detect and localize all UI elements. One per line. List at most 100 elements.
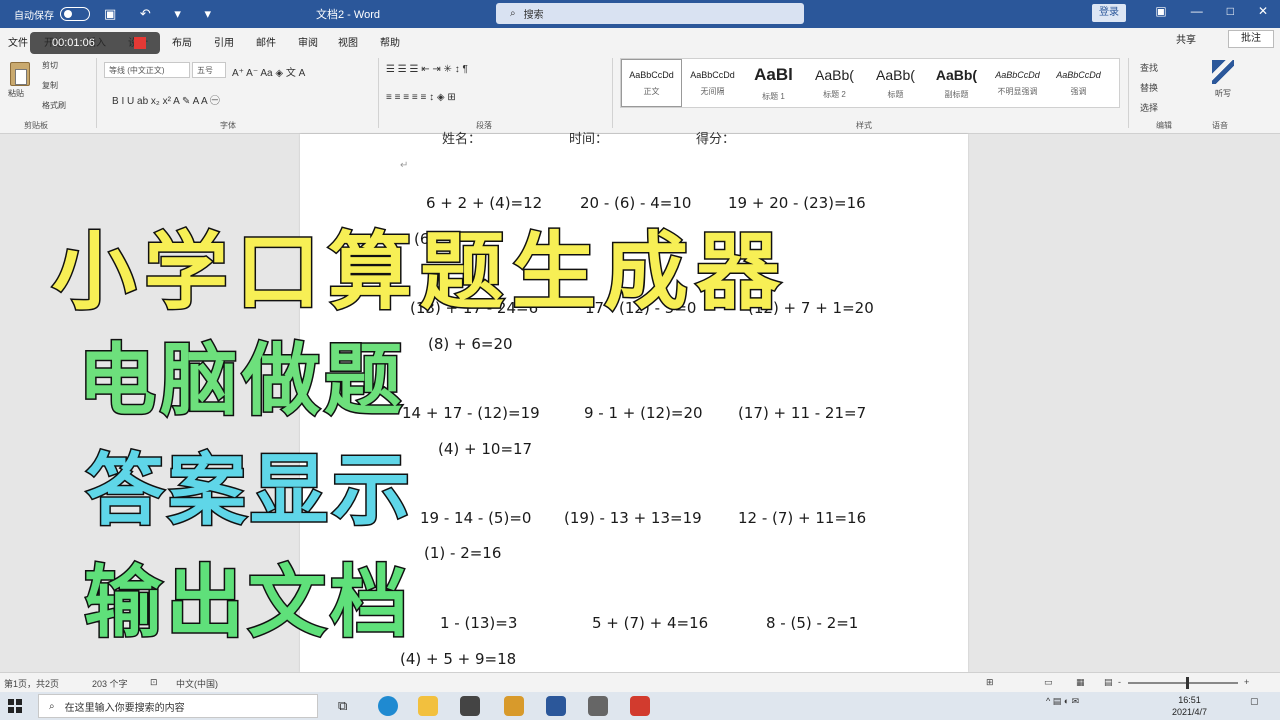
- notification-icon[interactable]: ▢: [1250, 696, 1259, 707]
- stop-recording-icon[interactable]: [134, 37, 146, 49]
- group-label-editing: 编辑: [1156, 121, 1172, 130]
- tab-file[interactable]: 文件: [8, 34, 28, 49]
- document-title: 文档2 - Word: [316, 9, 380, 21]
- read-mode-icon[interactable]: ▭: [1044, 677, 1053, 688]
- style-heading-2[interactable]: AaBb( 标题 2: [804, 59, 865, 107]
- style-sample: AaBbCcDd: [690, 69, 735, 80]
- autosave-label: 自动保存: [14, 10, 54, 22]
- math-problem: (4) + 10=17: [438, 440, 533, 458]
- math-problem: 14 + 17 - (12)=19: [402, 404, 540, 422]
- overlay-feature-3: 输出文档: [82, 557, 413, 650]
- style-emphasis[interactable]: AaBbCcDd 强调: [1048, 59, 1109, 107]
- style-sample: AaBbCcDd: [629, 69, 674, 80]
- paste-label[interactable]: 粘贴: [8, 88, 24, 99]
- select-button[interactable]: 选择: [1140, 98, 1158, 118]
- style-subtitle[interactable]: AaBb( 副标题: [926, 59, 987, 107]
- copy-button[interactable]: 复制: [42, 80, 58, 91]
- cut-button[interactable]: 剪切: [42, 60, 58, 71]
- search-box[interactable]: ⌕ 搜索: [496, 3, 804, 24]
- system-clock[interactable]: 16:51 2021/4/7: [1172, 694, 1207, 718]
- ribbon: 粘贴 剪切 复制 格式刷 剪贴板 等线 (中文正文) 五号 A⁺ A⁻ Aa ◈…: [0, 52, 1280, 134]
- zoom-slider[interactable]: [1128, 682, 1238, 684]
- paragraph-tools-row2[interactable]: ≡ ≡ ≡ ≡ ≡ ↕ ◈ ⊞: [386, 92, 456, 103]
- web-layout-icon[interactable]: ▤: [1104, 677, 1113, 688]
- autosave-toggle[interactable]: [60, 7, 90, 21]
- math-problem: (4) + 5 + 9=18: [400, 650, 517, 668]
- focus-mode-icon[interactable]: ⊞: [986, 677, 994, 688]
- word-app-icon[interactable]: [546, 696, 566, 716]
- font-name-select[interactable]: 等线 (中文正文): [104, 62, 190, 78]
- file-explorer-icon[interactable]: [418, 696, 438, 716]
- dictate-button[interactable]: 听写: [1212, 60, 1234, 99]
- replace-button[interactable]: 替换: [1140, 78, 1158, 98]
- math-problem: 8 - (5) - 2=1: [766, 614, 859, 632]
- tab-help[interactable]: 帮助: [380, 34, 400, 49]
- style-name: 无间隔: [700, 86, 725, 96]
- style-normal[interactable]: AaBbCcDd 正文: [621, 59, 682, 107]
- tab-layout[interactable]: 布局: [172, 34, 192, 49]
- status-bar: 第1页，共2页 203 个字 ⊡ 中文(中国) ⊞ ▭ ▦ ▤ - +: [0, 672, 1280, 692]
- tab-view[interactable]: 视图: [338, 34, 358, 49]
- tab-review[interactable]: 审阅: [298, 34, 318, 49]
- search-icon: ⌕: [49, 700, 55, 712]
- close-icon[interactable]: ✕: [1258, 4, 1268, 18]
- style-no-spacing[interactable]: AaBbCcDd 无间隔: [682, 59, 743, 107]
- clock-time: 16:51: [1178, 695, 1201, 705]
- word-count[interactable]: 203 个字: [92, 677, 128, 690]
- python-app-icon[interactable]: [588, 696, 608, 716]
- recorder-app-icon[interactable]: [630, 696, 650, 716]
- font-tools-row2[interactable]: B I U ab x₂ x² A ✎ A A ㊀: [112, 92, 220, 107]
- tab-mailings[interactable]: 邮件: [256, 34, 276, 49]
- font-tools-row1[interactable]: A⁺ A⁻ Aa ◈ 文 A: [232, 64, 305, 79]
- name-field-label: 姓名：: [442, 131, 482, 146]
- windows-start-icon[interactable]: [8, 699, 22, 713]
- math-problem: 12 - (7) + 11=16: [738, 509, 867, 527]
- style-name: 副标题: [944, 89, 969, 99]
- ribbon-display-icon[interactable]: ▣: [1155, 4, 1166, 18]
- overlay-feature-1: 电脑做题: [76, 335, 407, 428]
- font-size-select[interactable]: 五号: [192, 62, 226, 78]
- tab-references[interactable]: 引用: [214, 34, 234, 49]
- divider: [1128, 58, 1129, 128]
- group-label-voice: 语音: [1212, 121, 1228, 130]
- comment-button[interactable]: 批注: [1228, 30, 1274, 48]
- taskbar: ⌕ 在这里输入你要搜索的内容 ⧉ ^ ▤ ◐ ✉ 16:51 2021/4/7 …: [0, 692, 1280, 720]
- quick-access-toolbar[interactable]: ▣ ↶ ▾ ▾: [104, 6, 221, 22]
- print-layout-icon[interactable]: ▦: [1076, 677, 1085, 688]
- style-sample: AaBl: [754, 64, 793, 84]
- language-indicator[interactable]: 中文(中国): [176, 677, 218, 690]
- edge-browser-icon[interactable]: [378, 696, 398, 716]
- style-subtle-emphasis[interactable]: AaBbCcDd 不明显强调: [987, 59, 1048, 107]
- sign-in-button[interactable]: 登录: [1092, 4, 1126, 22]
- taskbar-search[interactable]: ⌕ 在这里输入你要搜索的内容: [38, 694, 318, 718]
- tray-icons[interactable]: ^ ▤ ◐ ✉: [1046, 696, 1079, 707]
- zoom-slider-thumb[interactable]: [1186, 677, 1189, 689]
- page-count[interactable]: 第1页，共2页: [4, 677, 59, 690]
- share-button[interactable]: 共享: [1176, 31, 1196, 46]
- recording-timer: 00:01:06: [30, 32, 160, 54]
- proofing-icon[interactable]: ⊡: [150, 677, 158, 688]
- math-problem: (17) + 11 - 21=7: [738, 404, 867, 422]
- zoom-in-icon[interactable]: +: [1244, 677, 1249, 687]
- style-title[interactable]: AaBb( 标题: [865, 59, 926, 107]
- style-heading-1[interactable]: AaBl 标题 1: [743, 59, 804, 107]
- paste-icon[interactable]: [10, 62, 30, 86]
- math-problem: 5 + (7) + 4=16: [592, 614, 709, 632]
- find-button[interactable]: 查找: [1140, 58, 1158, 78]
- maximize-icon[interactable]: □: [1227, 4, 1234, 18]
- store-icon[interactable]: [460, 696, 480, 716]
- editing-group: 查找 替换 选择: [1140, 58, 1158, 118]
- microphone-icon: [1212, 60, 1234, 84]
- style-sample: AaBbCcDd: [995, 69, 1040, 80]
- zoom-out-icon[interactable]: -: [1118, 677, 1121, 687]
- format-painter-button[interactable]: 格式刷: [42, 100, 66, 111]
- math-problem: (8) + 6=20: [428, 335, 513, 353]
- app-icon[interactable]: [504, 696, 524, 716]
- style-sample: AaBb(: [815, 66, 854, 83]
- dictate-label: 听写: [1215, 89, 1231, 98]
- style-sample: AaBb(: [876, 66, 915, 83]
- paragraph-tools-row1[interactable]: ☰ ☰ ☰ ⇤ ⇥ ✳ ↕ ¶: [386, 64, 468, 75]
- style-name: 标题 2: [823, 89, 846, 99]
- minimize-icon[interactable]: —: [1191, 4, 1203, 18]
- task-view-icon[interactable]: ⧉: [338, 698, 358, 718]
